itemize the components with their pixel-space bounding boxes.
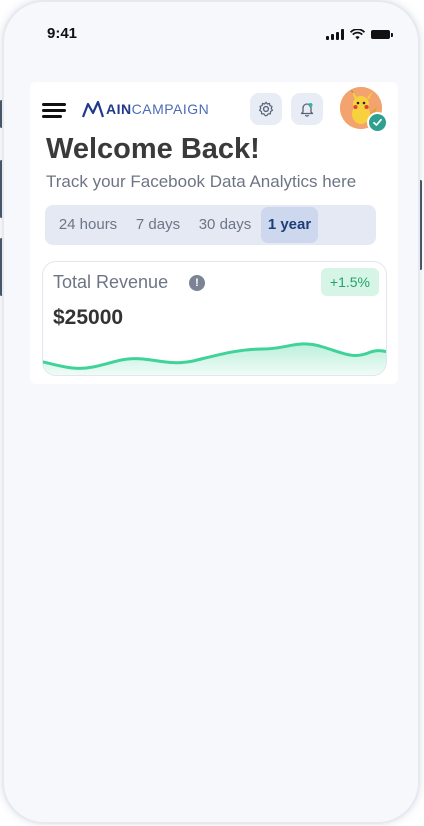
app-header: AINCAMPAIGN [42,87,388,133]
verified-badge [367,112,388,133]
logo-text-bold: AIN [106,101,132,117]
verified-check-icon [373,118,382,126]
logo-text-light: CAMPAIGN [131,101,210,117]
battery-icon [371,30,393,39]
mountain-logo-icon [82,100,104,118]
notification-bell-icon [300,103,314,117]
tab-1-year[interactable]: 1 year [261,207,318,243]
status-time: 9:41 [47,25,78,42]
page-subtitle: Track your Facebook Data Analytics here [46,172,357,191]
status-bar: 9:41 [4,20,418,48]
change-badge: +1.5% [320,268,379,296]
total-revenue-card[interactable]: Total Revenue ! +1.5% $25000 [42,261,387,376]
notifications-button[interactable] [291,93,323,125]
tab-7-days[interactable]: 7 days [129,207,187,243]
tab-24-hours[interactable]: 24 hours [51,207,125,243]
page-title: Welcome Back! [46,133,260,165]
settings-gear-icon [258,101,274,117]
settings-button[interactable] [250,93,282,125]
hamburger-menu-icon[interactable] [42,103,66,119]
info-icon[interactable]: ! [189,275,205,291]
wifi-icon [350,29,365,40]
revenue-sparkline [43,342,386,375]
tab-30-days[interactable]: 30 days [191,207,259,243]
signal-icon [326,29,344,40]
phone-frame: 9:41 AINCAMPAIGN Welcome Back! Track you… [2,0,420,824]
user-avatar[interactable] [340,87,388,133]
app-logo: AINCAMPAIGN [82,100,209,118]
status-icons [326,29,393,40]
logo-text: AINCAMPAIGN [106,101,209,117]
time-range-tabs: 24 hours 7 days 30 days 1 year [45,205,376,245]
revenue-title: Total Revenue [53,272,169,292]
